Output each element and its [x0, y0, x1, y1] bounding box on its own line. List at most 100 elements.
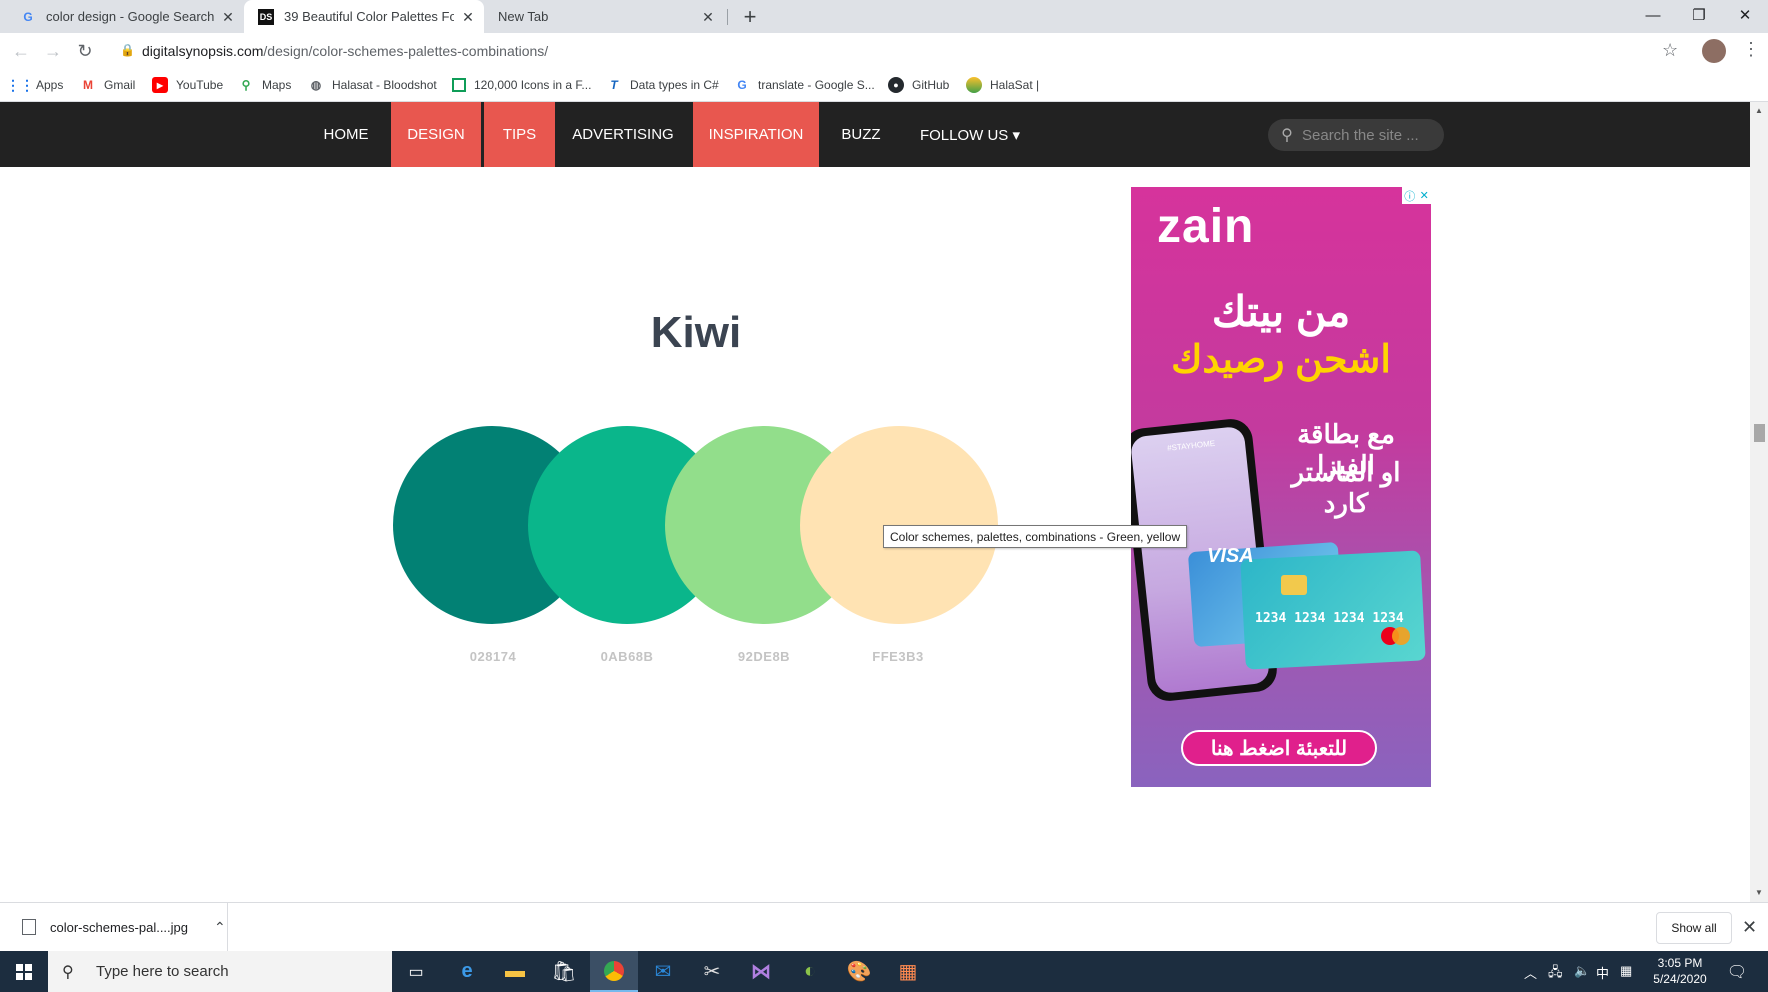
ad-phone-label: #STAYHOME — [1166, 438, 1216, 453]
tab-title: New Tab — [498, 9, 549, 24]
store-icon[interactable]: 🛍 — [540, 951, 588, 992]
scroll-up-arrow-icon[interactable]: ▲ — [1755, 106, 1763, 115]
taskbar-search[interactable]: ⚲ Type here to search — [48, 951, 392, 992]
search-icon: ⚲ — [62, 963, 74, 981]
volume-icon[interactable]: 🔈 — [1574, 963, 1590, 979]
nav-home[interactable]: HOME — [310, 102, 382, 167]
bookmark-halasat[interactable]: HalaSat | — [966, 76, 1039, 94]
menu-icon[interactable]: ⋮ — [1742, 39, 1760, 60]
image-file-icon — [22, 919, 36, 935]
scrollbar-thumb[interactable] — [1754, 424, 1765, 442]
ad-brand-logo: zain — [1157, 200, 1255, 253]
nav-design[interactable]: DESIGN — [391, 102, 481, 167]
ds-icon: DS — [258, 8, 274, 25]
ad-info-icon[interactable]: ⓘ — [1404, 188, 1415, 204]
bookmark-star-icon[interactable]: ☆ — [1662, 40, 1678, 61]
clock-time: 3:05 PM — [1657, 956, 1703, 970]
bookmark-github[interactable]: ● GitHub — [888, 76, 949, 94]
download-file-name: color-schemes-pal....jpg — [50, 919, 188, 935]
reload-button[interactable]: ↻ — [72, 38, 98, 64]
nav-buzz[interactable]: BUZZ — [830, 102, 892, 167]
input-language[interactable]: 中 — [1596, 963, 1609, 982]
forward-button[interactable]: → — [40, 38, 66, 64]
site-search[interactable]: ⚲ — [1268, 119, 1444, 151]
tool-icon[interactable]: ✂ — [688, 951, 736, 992]
chrome-logo — [604, 960, 624, 981]
tab-title: color design - Google Search — [46, 9, 215, 24]
mastercard-icon — [1392, 627, 1410, 645]
github-icon: ● — [888, 77, 904, 93]
google-icon: G — [23, 9, 33, 24]
ad-text-mastercard: او الماستر كارد — [1291, 457, 1401, 518]
back-button[interactable]: ← — [8, 38, 34, 64]
bookmark-youtube[interactable]: ▶ YouTube — [152, 76, 223, 94]
start-button[interactable] — [0, 951, 48, 992]
tab-title: 39 Beautiful Color Palettes For Yo — [284, 9, 454, 24]
chevron-up-icon[interactable]: ︿ — [1524, 963, 1537, 982]
bookmark-halasat-bloodshot[interactable]: ◍ Halasat - Bloodshot — [308, 76, 437, 94]
bookmark-label: GitHub — [912, 78, 950, 92]
advertisement[interactable]: zain من بيتك اشحن رصيدك مع بطاقة الفيزا … — [1131, 187, 1431, 787]
new-tab-button[interactable]: + — [737, 4, 763, 30]
maps-icon: ⚲ — [241, 78, 251, 92]
palette-title: Kiwi — [650, 308, 742, 357]
minimize-button[interactable]: — — [1630, 0, 1676, 30]
show-all-button[interactable]: Show all — [1656, 912, 1732, 944]
download-item[interactable]: color-schemes-pal....jpg ⌃ — [0, 903, 228, 951]
nav-advertising[interactable]: ADVERTISING — [566, 102, 680, 167]
app-icon[interactable]: ◐ — [786, 951, 834, 992]
image-icon[interactable]: ▦ — [884, 951, 932, 992]
task-view-icon[interactable]: ▭ — [392, 951, 440, 992]
bookmark-label: YouTube — [176, 78, 224, 92]
clock-date: 5/24/2020 — [1653, 972, 1707, 986]
hex-label-2: 0AB68B — [600, 649, 654, 664]
windows-taskbar: ⚲ Type here to search ▭ e ▬ 🛍 ✉ ✂ ⋈ ◐ 🎨 … — [0, 951, 1768, 992]
edge-icon[interactable]: e — [443, 951, 491, 992]
close-tab-icon[interactable]: ✕ — [460, 9, 476, 25]
ad-close-icon[interactable]: ✕ — [1420, 189, 1429, 202]
bookmark-icons[interactable]: 120,000 Icons in a F... — [452, 76, 591, 94]
network-icon[interactable]: 🖧 — [1548, 963, 1563, 985]
file-explorer-icon[interactable]: ▬ — [491, 951, 539, 992]
tab-new-tab[interactable]: New Tab ✕ — [484, 0, 724, 33]
bookmark-data-types[interactable]: T Data types in C# — [606, 76, 718, 94]
mail-icon[interactable]: ✉ — [639, 951, 687, 992]
paint-icon[interactable]: 🎨 — [835, 951, 883, 992]
bookmark-label: Gmail — [104, 78, 136, 92]
site-search-input[interactable] — [1302, 126, 1432, 144]
bookmark-translate[interactable]: G translate - Google S... — [734, 76, 875, 94]
chevron-up-icon[interactable]: ⌃ — [214, 919, 226, 936]
close-tab-icon[interactable]: ✕ — [220, 9, 236, 25]
ad-card-number: 1234 1234 1234 1234 — [1255, 611, 1404, 626]
clock[interactable]: 3:05 PM 5/24/2020 — [1640, 955, 1720, 987]
vertical-scrollbar[interactable]: ▲ ▼ — [1750, 102, 1768, 902]
nav-tips[interactable]: TIPS — [484, 102, 555, 167]
hex-label-4: FFE3B3 — [872, 649, 924, 664]
notification-icon[interactable]: 🗨 — [1726, 961, 1748, 983]
scroll-down-arrow-icon[interactable]: ▼ — [1755, 888, 1763, 897]
ad-choices[interactable]: ⓘ ✕ — [1402, 187, 1431, 204]
bookmark-label: HalaSat | — [990, 78, 1040, 92]
tab-google-search[interactable]: G color design - Google Search ✕ — [0, 0, 244, 33]
bookmark-maps[interactable]: ⚲ Maps — [238, 76, 292, 94]
close-tab-icon[interactable]: ✕ — [700, 9, 716, 25]
restore-button[interactable]: ❐ — [1676, 0, 1722, 30]
bookmark-label: Maps — [262, 78, 292, 92]
avatar[interactable] — [1702, 39, 1726, 63]
bookmark-gmail[interactable]: M Gmail — [80, 76, 135, 94]
chrome-icon[interactable] — [590, 951, 638, 992]
ime-icon[interactable]: ▦ — [1620, 963, 1632, 979]
close-window-button[interactable]: ✕ — [1722, 0, 1768, 30]
close-icon[interactable]: ✕ — [1742, 917, 1757, 938]
nav-inspiration[interactable]: INSPIRATION — [693, 102, 819, 167]
bookmark-apps[interactable]: ⋮⋮ Apps — [6, 76, 63, 94]
visual-studio-icon[interactable]: ⋈ — [737, 951, 785, 992]
search-icon: ⚲ — [1281, 127, 1293, 144]
url-text[interactable]: digitalsynopsis.com/design/color-schemes… — [142, 43, 548, 59]
nav-follow-us[interactable]: FOLLOW US ▾ — [912, 102, 1028, 167]
url-host: digitalsynopsis.com — [142, 43, 264, 59]
ad-cta-button[interactable]: للتعبئة اضغط هنا — [1181, 730, 1377, 766]
bookmark-label: 120,000 Icons in a F... — [474, 78, 592, 92]
bookmark-label: translate - Google S... — [758, 78, 875, 92]
tab-color-palettes[interactable]: DS 39 Beautiful Color Palettes For Yo ✕ — [244, 0, 484, 33]
